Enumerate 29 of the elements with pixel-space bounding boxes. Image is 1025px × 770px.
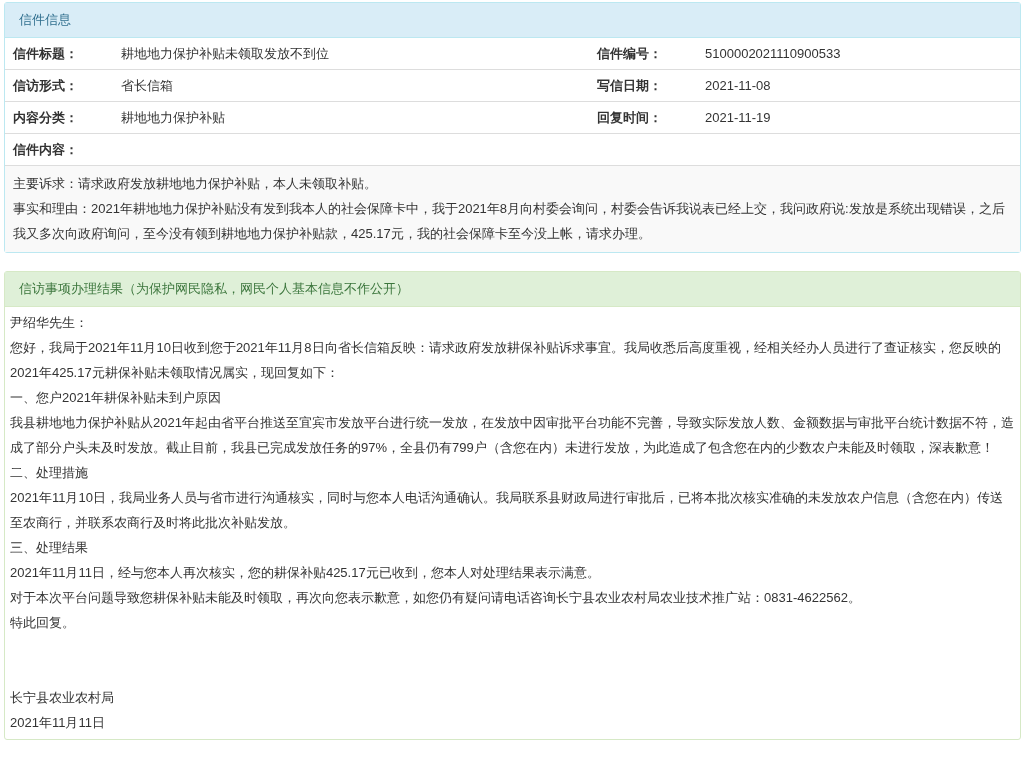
- field-label: 内容分类：: [13, 109, 78, 125]
- field-label: 写信日期：: [597, 77, 662, 93]
- signature-line: 长宁县农业农村局: [10, 689, 115, 707]
- field-value: 2021-11-19: [705, 110, 771, 125]
- reply-paragraph: 对于本次平台问题导致您耕保补贴未能及时领取，再次向您表示歉意，如您仍有疑问请电话咨询长宁县农业农村局农业技术推广站：0831-4622562。: [10, 589, 862, 607]
- panel-heading: 信件信息: [5, 3, 1020, 38]
- field-label: 信件内容：: [13, 141, 78, 157]
- reply-paragraph: 二、处理措施: [10, 464, 89, 482]
- signature-line: 2021年11月11日: [10, 714, 106, 732]
- reply-paragraph: 我县耕地地力保护补贴从2021年起由省平台推送至宜宾市发放平台进行统一发放，在发放中因审批平台功能不完善，导致实际发放人数、金额数据与审批平台统计数据不符，造成了部分户头未及时发放。截止目前，我县已完成发放任务的97%，全县仍有799户（含您在内）未进行发放，为此造成了包含您在内的少数农户未能及时领取，深表歉意！: [10, 414, 1015, 457]
- reply-paragraph: 三、处理结果: [10, 539, 89, 557]
- field-value: 耕地地力保护补贴未领取发放不到位: [121, 45, 329, 61]
- reply-paragraph: 一、您户2021年耕保补贴未到户原因: [10, 389, 222, 407]
- content-paragraph: 事实和理由：2021年耕地地力保护补贴没有发到我本人的社会保障卡中，我于2021年8月向村委会询问，村委会告诉我说表已经上交，我问政府说:发放是系统出现错误，之后我又多次向政府询问，至今没有领到耕地地力保护补贴款，425.17元，我的社会保障卡至今没上帐，请求办理。: [13, 200, 1006, 243]
- field-value: 耕地地力保护补贴: [121, 109, 225, 125]
- field-label: 信件标题：: [13, 45, 78, 61]
- reply-paragraph: 2021年11月11日，经与您本人再次核实，您的耕保补贴425.17元已收到，您本人对处理结果表示满意。: [10, 564, 601, 582]
- field-value: 2021-11-08: [705, 78, 771, 93]
- panel-heading: 信访事项办理结果（为保护网民隐私，网民个人基本信息不作公开）: [5, 272, 1020, 307]
- field-label: 回复时间：: [597, 109, 662, 125]
- field-value: 省长信箱: [121, 77, 173, 93]
- reply-paragraph: 特此回复。: [10, 614, 76, 632]
- field-label: 信访形式：: [13, 77, 78, 93]
- reply-paragraph: 您好，我局于2021年11月10日收到您于2021年11月8日向省长信箱反映：请求政府发放耕保补贴诉求事宜。我局收悉后高度重视，经相关经办人员进行了查证核实，您反映的2021年425.17元耕保补贴未领取情况属实，现回复如下：: [10, 339, 1002, 382]
- field-value: 5100002021110900533: [705, 46, 841, 61]
- content-paragraph: 主要诉求：请求政府发放耕地地力保护补贴，本人未领取补贴。: [13, 175, 378, 193]
- reply-paragraph: 2021年11月10日，我局业务人员与省市进行沟通核实，同时与您本人电话沟通确认。我局联系县财政局进行审批后，已将本批次核实准确的未发放农户信息（含您在内）传送至农商行，并联系农商行及时将此批次补贴发放。: [10, 489, 1004, 532]
- field-label: 信件编号：: [597, 45, 662, 61]
- reply-paragraph: 尹绍华先生：: [10, 314, 89, 332]
